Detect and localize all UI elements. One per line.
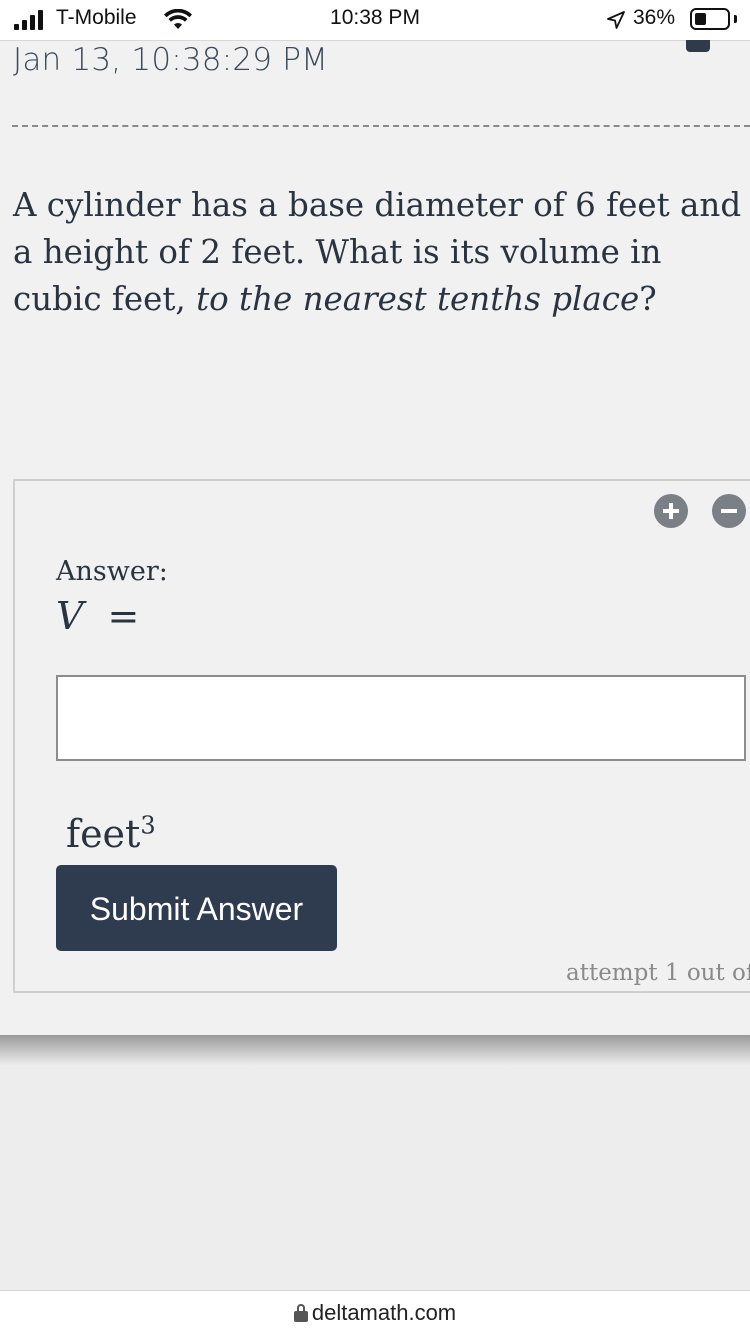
battery-icon [690,8,730,30]
url-domain: deltamath.com [311,1300,457,1325]
dashed-divider [12,125,750,127]
math-equation: V = [56,594,139,638]
equals-sign: = [107,594,140,638]
lower-blank-area [0,1065,750,1290]
unit-exponent: 3 [140,811,156,840]
page-edge-shadow [0,1035,750,1065]
unit-text: feet [66,812,141,856]
battery-level-fill [695,13,706,25]
attempt-counter: attempt 1 out of 2 [566,960,750,986]
answer-input[interactable] [56,675,746,761]
zoom-in-button[interactable] [654,494,688,528]
url-bar[interactable]: deltamath.com [0,1290,750,1335]
unit-label: feet3 [66,812,156,856]
submit-answer-button[interactable]: Submit Answer [56,865,337,951]
volume-variable: V [56,594,84,638]
location-arrow-icon [607,11,625,29]
lock-icon [293,1304,308,1322]
zoom-out-button[interactable] [712,494,746,528]
menu-tab[interactable] [686,40,710,52]
answer-label: Answer: [56,556,168,587]
handwritten-timestamp: Jan 13, 10:38:29 PM [13,42,329,78]
question-text: A cylinder has a base diameter of 6 feet… [13,182,748,323]
question-end: ? [639,280,657,318]
question-italic: to the nearest tenths place [196,280,640,318]
status-bar: T-Mobile 10:38 PM 36% [0,0,750,41]
battery-percent: 36% [633,6,676,29]
battery-tip [734,15,737,23]
